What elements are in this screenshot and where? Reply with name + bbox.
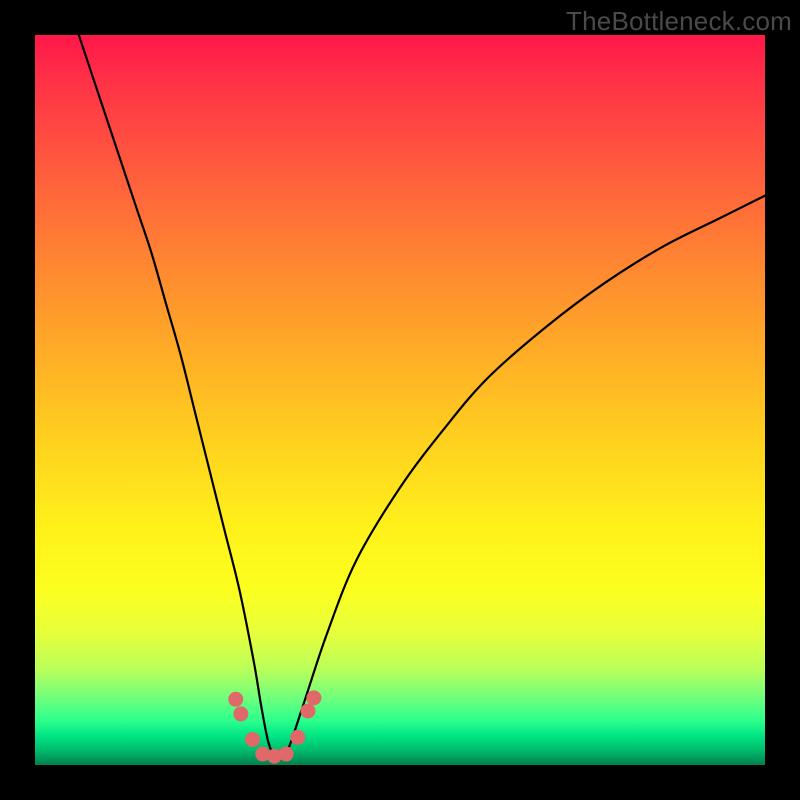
- chart-frame: TheBottleneck.com: [0, 0, 800, 800]
- right-dot-lower: [301, 703, 316, 718]
- left-dot-inner: [245, 732, 260, 747]
- floor-dot-3: [279, 747, 294, 762]
- left-dot-lower: [233, 706, 248, 721]
- marker-group: [228, 690, 321, 763]
- curve-path: [79, 35, 765, 760]
- watermark-text: TheBottleneck.com: [566, 6, 792, 37]
- right-dot-inner: [290, 730, 305, 745]
- bottleneck-curve: [79, 35, 765, 760]
- curve-layer: [35, 35, 765, 765]
- plot-area: [35, 35, 765, 765]
- right-dot-upper: [306, 690, 321, 705]
- left-dot-upper: [228, 692, 243, 707]
